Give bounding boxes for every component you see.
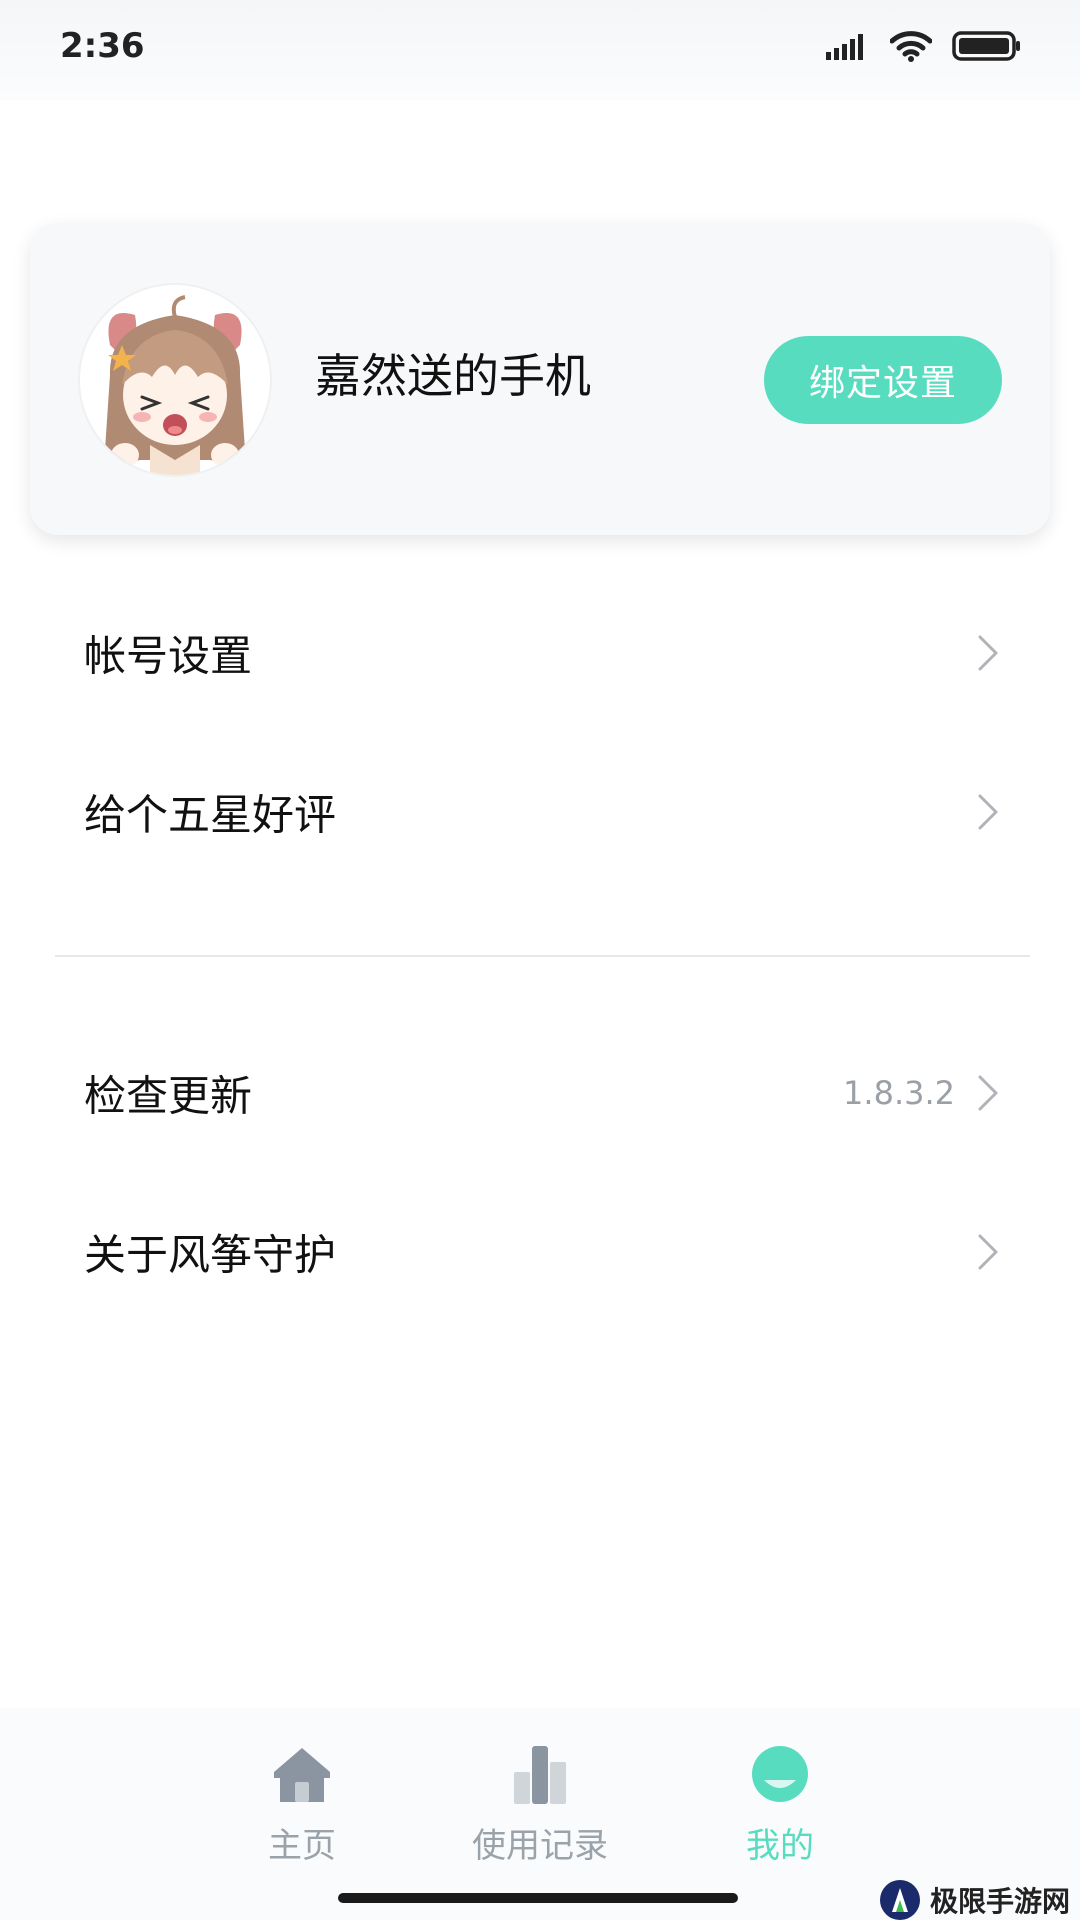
home-icon — [274, 1748, 330, 1802]
tab-home[interactable]: 主页 — [202, 1738, 402, 1868]
menu-item-about[interactable]: 关于风筝守护 — [0, 1182, 1080, 1322]
status-icons — [826, 30, 1022, 66]
status-time: 2:36 — [60, 26, 145, 66]
watermark: 极限手游网 — [878, 1878, 1070, 1922]
battery-icon — [952, 30, 1022, 66]
tab-usage-records[interactable]: 使用记录 — [440, 1738, 640, 1868]
menu-item-label: 关于风筝守护 — [84, 1230, 337, 1280]
bind-settings-button[interactable]: 绑定设置 — [764, 336, 1002, 424]
tab-mine[interactable]: 我的 — [680, 1738, 880, 1868]
profile-name: 嘉然送的手机 — [315, 349, 591, 403]
tab-label: 主页 — [268, 1826, 336, 1866]
signal-icon — [826, 32, 870, 64]
menu-item-label: 检查更新 — [84, 1071, 253, 1121]
bar-chart-icon — [514, 1746, 566, 1804]
chevron-right-icon — [978, 1075, 998, 1111]
chevron-right-icon — [978, 794, 998, 830]
status-bar: 2:36 — [0, 0, 1080, 100]
profile-icon — [752, 1746, 808, 1802]
divider — [55, 955, 1030, 957]
chevron-right-icon — [978, 1234, 998, 1270]
tab-label: 使用记录 — [472, 1826, 608, 1866]
menu-item-check-update[interactable]: 检查更新 1.8.3.2 — [0, 1023, 1080, 1163]
watermark-text: 极限手游网 — [929, 1885, 1070, 1918]
menu-item-rate-five-stars[interactable]: 给个五星好评 — [0, 742, 1080, 882]
menu-item-account-settings[interactable]: 帐号设置 — [0, 583, 1080, 723]
home-indicator[interactable] — [338, 1893, 738, 1903]
tab-label: 我的 — [746, 1826, 814, 1866]
wifi-icon — [889, 30, 933, 66]
menu-item-label: 帐号设置 — [84, 631, 253, 681]
menu-item-label: 给个五星好评 — [84, 790, 337, 840]
profile-card: 嘉然送的手机 绑定设置 — [30, 223, 1050, 535]
version-value: 1.8.3.2 — [843, 1074, 955, 1112]
avatar[interactable] — [80, 285, 270, 475]
chevron-right-icon — [978, 635, 998, 671]
watermark-logo-icon — [879, 1880, 920, 1920]
